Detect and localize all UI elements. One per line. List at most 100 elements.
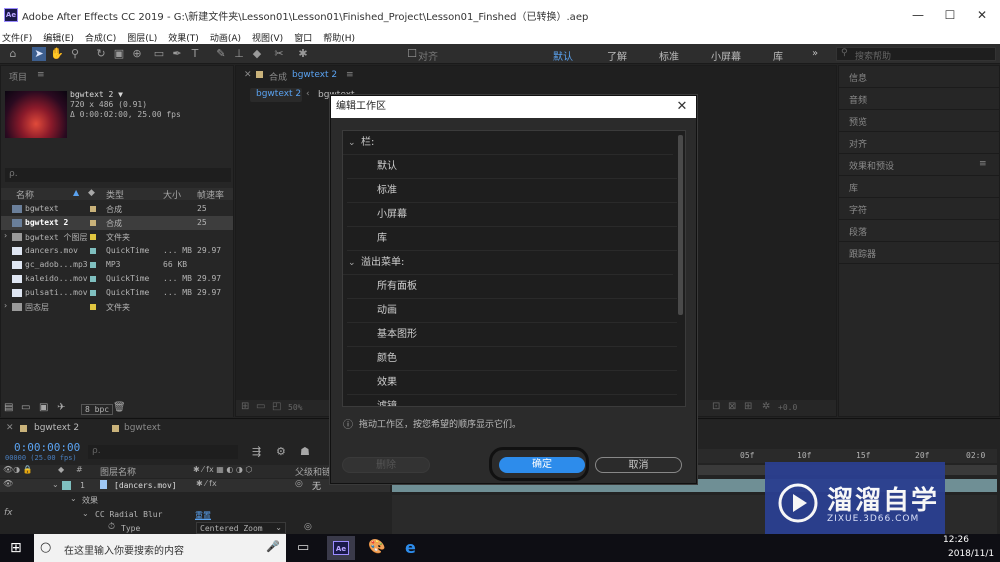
clone-stamp-tool-icon[interactable]: ⊥: [232, 47, 246, 61]
menu-edit[interactable]: 编辑(E): [43, 31, 74, 44]
project-row[interactable]: bgwtext 合成 25: [1, 202, 233, 216]
snap-checkbox-icon[interactable]: ☐: [405, 47, 419, 61]
ok-button[interactable]: 确定: [499, 457, 585, 473]
bpc-button[interactable]: 8 bpc: [81, 404, 114, 415]
comp-close-icon[interactable]: ✕: [244, 70, 252, 80]
layer-switches-icon[interactable]: ✱ ⁄ fx: [196, 479, 217, 488]
brush-tool-icon[interactable]: ✎: [214, 47, 228, 61]
right-panel-item[interactable]: 跟踪器: [839, 242, 999, 264]
menu-effect[interactable]: 效果(T): [168, 31, 199, 44]
type-tool-icon[interactable]: T: [188, 47, 202, 61]
project-menu-icon[interactable]: ≡: [37, 70, 45, 80]
channel-icon[interactable]: ⊠: [728, 401, 736, 412]
workspace-more[interactable]: »: [812, 48, 818, 59]
workspace-item[interactable]: 默认: [347, 155, 677, 179]
minimize-button[interactable]: —: [900, 0, 936, 30]
draft-3d-icon[interactable]: ⚙: [276, 445, 286, 458]
windows-start-icon[interactable]: ⊞: [10, 540, 22, 556]
project-row[interactable]: pulsati...mov QuickTime ... MB 29.97: [1, 286, 233, 300]
right-panel-item[interactable]: 库: [839, 176, 999, 198]
microphone-icon[interactable]: 🎤: [266, 540, 280, 553]
workspace-item[interactable]: 小屏幕: [347, 203, 677, 227]
project-row[interactable]: › 固态层 文件夹: [1, 300, 233, 314]
breadcrumb-active[interactable]: bgwtext 2: [250, 88, 302, 102]
delete-button[interactable]: 删除: [342, 457, 430, 473]
type-dropdown[interactable]: Centered Zoom ⌄: [196, 522, 286, 534]
delete-icon[interactable]: 🗑: [113, 402, 126, 413]
right-panel-item[interactable]: 字符: [839, 198, 999, 220]
shy-layers-icon[interactable]: ☗: [300, 445, 310, 458]
workspace-learn[interactable]: 了解: [607, 48, 627, 63]
workspace-item[interactable]: 库: [347, 227, 677, 251]
item-label-color[interactable]: [90, 234, 96, 240]
workspace-item[interactable]: 基本图形: [347, 323, 677, 347]
col-layer-name[interactable]: 图层名称: [100, 465, 136, 478]
pen-tool-icon[interactable]: ✒: [170, 47, 184, 61]
interpret-footage-icon[interactable]: ▤: [4, 402, 13, 413]
mask-tool-icon[interactable]: ▭: [152, 47, 166, 61]
effect-expand-icon[interactable]: ⌄: [82, 509, 89, 518]
project-row[interactable]: gc_adob...mp3 MP3 66 KB: [1, 258, 233, 272]
menu-window[interactable]: 窗口: [294, 31, 312, 44]
clock-date[interactable]: 2018/11/1: [948, 549, 994, 559]
workspace-item[interactable]: 所有面板: [347, 275, 677, 299]
home-icon[interactable]: ⌂: [6, 47, 20, 61]
visibility-icon[interactable]: 👁: [3, 479, 13, 488]
workspace-small-screen[interactable]: 小屏幕: [711, 48, 741, 63]
item-label-color[interactable]: [90, 248, 96, 254]
task-view-icon[interactable]: ▭: [297, 540, 309, 555]
comp-flow-icon[interactable]: ⇶: [252, 445, 261, 458]
effects-expand-icon[interactable]: ⌄: [70, 494, 77, 503]
flowchart-view-icon[interactable]: ⊞: [744, 401, 752, 412]
effect-reset[interactable]: 重置: [195, 510, 211, 521]
zoom-level[interactable]: 50%: [288, 403, 302, 412]
project-tab[interactable]: 项目: [9, 70, 27, 83]
workspace-default[interactable]: 默认: [553, 48, 573, 63]
workspace-item[interactable]: 标准: [347, 179, 677, 203]
project-row[interactable]: dancers.mov QuickTime ... MB 29.97: [1, 244, 233, 258]
view-icon[interactable]: ◰: [272, 401, 281, 412]
col-size[interactable]: 大小: [163, 188, 181, 201]
item-label-color[interactable]: [90, 276, 96, 282]
timeline-tab-2[interactable]: bgwtext: [124, 423, 161, 433]
item-label-color[interactable]: [90, 290, 96, 296]
item-label-color[interactable]: [90, 304, 96, 310]
pan-behind-tool-icon[interactable]: ⊕: [130, 47, 144, 61]
project-row[interactable]: › bgwtext 个图层 文件夹: [1, 230, 233, 244]
right-panel-item[interactable]: 音频: [839, 88, 999, 110]
row-expand-icon[interactable]: ›: [4, 301, 7, 310]
project-search-input[interactable]: ρ.: [5, 168, 231, 182]
project-row[interactable]: kaleido...mov QuickTime ... MB 29.97: [1, 272, 233, 286]
paint-app-icon[interactable]: 🎨: [368, 539, 385, 555]
help-search-input[interactable]: ⚲ 搜索帮助: [836, 47, 996, 62]
maximize-button[interactable]: ☐: [932, 0, 968, 30]
item-label-color[interactable]: [90, 206, 96, 212]
right-panel-item[interactable]: 效果和预设 ≡: [839, 154, 999, 176]
right-panel-item[interactable]: 段落: [839, 220, 999, 242]
workspace-group-header[interactable]: ⌄ 溢出菜单:: [343, 251, 673, 275]
col-type[interactable]: 类型: [106, 188, 124, 201]
hand-tool-icon[interactable]: ✋: [50, 47, 64, 61]
comp-menu-icon[interactable]: ≡: [346, 70, 354, 80]
timeline-close-icon[interactable]: ✕: [6, 423, 14, 433]
expand-icon[interactable]: ⌄: [52, 480, 59, 489]
preview-icon[interactable]: ⊞: [241, 401, 249, 412]
menu-view[interactable]: 视图(V): [252, 31, 283, 44]
zoom-tool-icon[interactable]: ⚲: [68, 47, 82, 61]
layer-label-color[interactable]: [62, 481, 71, 490]
grid-icon[interactable]: ⊡: [712, 401, 720, 412]
taskbar-search-input[interactable]: ○ 在这里输入你要搜索的内容 🎤: [34, 534, 286, 562]
rotate-tool-icon[interactable]: ↻: [94, 47, 108, 61]
parent-link-icon[interactable]: ◎: [304, 522, 312, 532]
workspace-library[interactable]: 库: [773, 48, 783, 63]
monitor-icon[interactable]: ▭: [256, 401, 265, 412]
row-expand-icon[interactable]: ›: [4, 231, 7, 240]
menu-animation[interactable]: 动画(A): [210, 31, 241, 44]
clock-time[interactable]: 12:26: [943, 535, 969, 545]
group-collapse-icon[interactable]: ⌄: [348, 131, 356, 155]
item-label-color[interactable]: [90, 220, 96, 226]
close-window-button[interactable]: ✕: [964, 0, 1000, 30]
camera-tool-icon[interactable]: ▣: [112, 47, 126, 61]
workspace-item[interactable]: 效果: [347, 371, 677, 395]
workspace-item[interactable]: 滤镜: [347, 395, 677, 406]
